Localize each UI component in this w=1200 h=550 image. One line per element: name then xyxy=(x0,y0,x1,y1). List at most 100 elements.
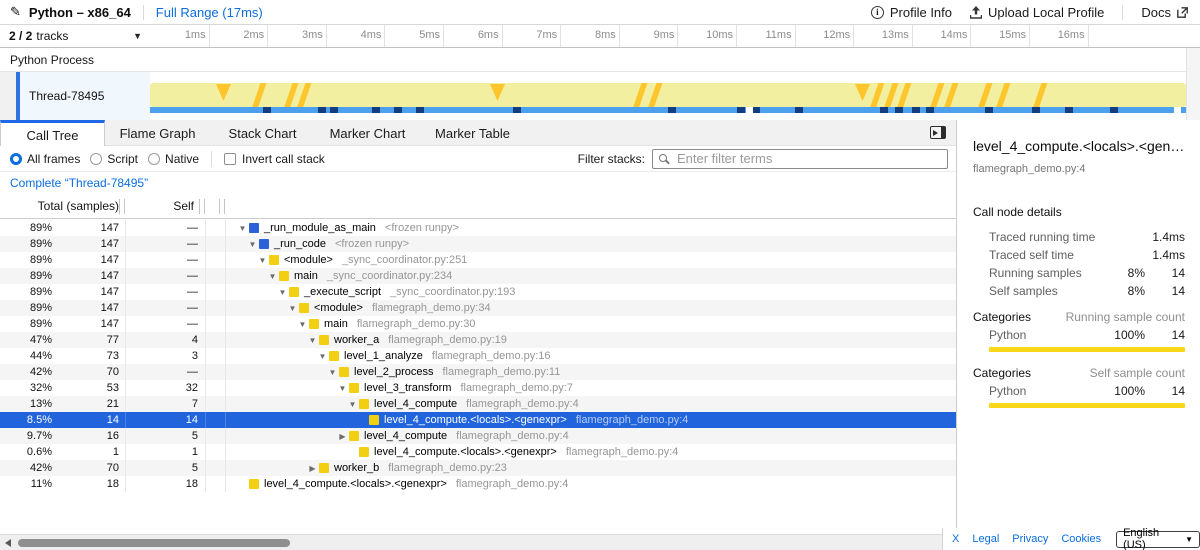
radio-script[interactable] xyxy=(90,153,102,165)
calltree-row[interactable]: 89%147—▼_execute_script_sync_coordinator… xyxy=(0,284,956,300)
total-cell: 0.6%1 xyxy=(0,444,125,460)
collapse-arrow-icon[interactable]: ▼ xyxy=(306,336,319,345)
calltree-row[interactable]: 42%705▶worker_bflamegraph_demo.py:23 xyxy=(0,460,956,476)
sample-dark-segment xyxy=(416,107,424,113)
ruler-tick: 4ms xyxy=(384,25,385,47)
calltree-row[interactable]: 89%147—▼_run_code<frozen runpy> xyxy=(0,236,956,252)
language-select[interactable]: English (US) ▼ xyxy=(1116,531,1200,548)
ruler-tick-label: 9ms xyxy=(654,29,675,41)
calltree-row[interactable]: 89%147—▼_run_module_as_main<frozen runpy… xyxy=(0,220,956,236)
column-resizer[interactable] xyxy=(199,199,205,214)
row-total-samples: 70 xyxy=(52,462,125,474)
calltree-row[interactable]: 44%733▼level_1_analyzeflamegraph_demo.py… xyxy=(0,348,956,364)
calltree-row[interactable]: 8.5%1414level_4_compute.<locals>.<genexp… xyxy=(0,412,956,428)
thread-activity-graph[interactable] xyxy=(150,83,1186,107)
collapse-arrow-icon[interactable]: ▼ xyxy=(336,384,349,393)
icon-cell xyxy=(205,396,225,412)
sample-gap xyxy=(1174,107,1181,113)
scroll-left-arrow-icon[interactable] xyxy=(5,539,11,547)
total-cell: 42%70 xyxy=(0,460,125,476)
row-total-percent: 0.6% xyxy=(0,446,52,458)
column-header-self[interactable]: Self xyxy=(125,199,199,213)
docs-link[interactable]: Docs xyxy=(1141,5,1188,20)
thread-sample-strip[interactable] xyxy=(150,107,1186,113)
row-total-samples: 1 xyxy=(52,446,125,458)
radio-all-frames-label[interactable]: All frames xyxy=(27,152,80,166)
collapse-arrow-icon[interactable]: ▼ xyxy=(286,304,299,313)
calltree-row[interactable]: 0.6%11level_4_compute.<locals>.<genexpr>… xyxy=(0,444,956,460)
column-resizer[interactable] xyxy=(219,199,225,214)
self-cell: 14 xyxy=(125,412,205,428)
self-cell: 5 xyxy=(125,428,205,444)
collapse-arrow-icon[interactable]: ▼ xyxy=(316,352,329,361)
process-track-header[interactable]: Python Process xyxy=(0,48,1200,72)
ruler-tick: 1ms xyxy=(209,25,210,47)
collapse-arrow-icon[interactable]: ▼ xyxy=(296,320,309,329)
categories-count-label: Self sample count xyxy=(1090,366,1185,380)
calltree-row[interactable]: 89%147—▼<module>flamegraph_demo.py:34 xyxy=(0,300,956,316)
tab-marker-chart[interactable]: Marker Chart xyxy=(315,120,420,146)
radio-native[interactable] xyxy=(148,153,160,165)
icon-cell xyxy=(205,268,225,284)
radio-script-label[interactable]: Script xyxy=(107,152,138,166)
full-range-link[interactable]: Full Range (17ms) xyxy=(156,5,263,20)
tracks-vertical-scrollbar[interactable] xyxy=(1186,48,1200,120)
collapse-arrow-icon[interactable]: ▼ xyxy=(236,224,249,233)
filter-stacks-input[interactable] xyxy=(652,149,948,169)
privacy-link[interactable]: Privacy xyxy=(1012,533,1048,545)
collapse-arrow-icon[interactable]: ▼ xyxy=(276,288,289,297)
sidebar-toggle-icon[interactable] xyxy=(930,126,946,139)
calltree-row[interactable]: 13%217▼level_4_computeflamegraph_demo.py… xyxy=(0,396,956,412)
horizontal-scrollbar[interactable] xyxy=(0,534,956,550)
thread-track[interactable]: Thread-78495 xyxy=(0,72,1200,120)
column-header-total[interactable]: Total (samples) xyxy=(0,199,119,213)
collapse-arrow-icon[interactable]: ▼ xyxy=(256,256,269,265)
thread-track-header[interactable]: Thread-78495 xyxy=(20,72,150,120)
profile-info-button[interactable]: i Profile Info xyxy=(871,5,952,20)
x-link[interactable]: X xyxy=(952,533,959,545)
radio-native-label[interactable]: Native xyxy=(165,152,199,166)
collapse-arrow-icon[interactable]: ▼ xyxy=(346,400,359,409)
sample-dark-segment xyxy=(668,107,676,113)
self-cell: — xyxy=(125,252,205,268)
icon-cell xyxy=(205,380,225,396)
tracks-dropdown-button[interactable]: 2 / 2 tracks ▼ xyxy=(0,25,150,47)
calltree-row[interactable]: 9.7%165▶level_4_computeflamegraph_demo.p… xyxy=(0,428,956,444)
tab-flame-graph[interactable]: Flame Graph xyxy=(105,120,210,146)
icon-cell xyxy=(205,428,225,444)
calltree-row[interactable]: 11%1818level_4_compute.<locals>.<genexpr… xyxy=(0,476,956,492)
expand-arrow-icon[interactable]: ▶ xyxy=(336,432,349,441)
upload-profile-button[interactable]: Upload Local Profile xyxy=(970,5,1104,20)
collapse-arrow-icon[interactable]: ▼ xyxy=(326,368,339,377)
invert-call-stack-checkbox[interactable] xyxy=(224,153,236,165)
tab-marker-table[interactable]: Marker Table xyxy=(420,120,525,146)
profile-name[interactable]: Python – x86_64 xyxy=(29,5,131,20)
tab-call-tree[interactable]: Call Tree xyxy=(0,120,105,147)
sample-dark-segment xyxy=(318,107,326,113)
calltree-row[interactable]: 47%774▼worker_aflamegraph_demo.py:19 xyxy=(0,332,956,348)
legal-link[interactable]: Legal xyxy=(972,533,999,545)
radio-all-frames[interactable] xyxy=(10,153,22,165)
collapse-arrow-icon[interactable]: ▼ xyxy=(266,272,279,281)
total-cell: 89%147 xyxy=(0,316,125,332)
tab-stack-chart[interactable]: Stack Chart xyxy=(210,120,315,146)
cookies-link[interactable]: Cookies xyxy=(1061,533,1101,545)
calltree-row[interactable]: 32%5332▼level_3_transformflamegraph_demo… xyxy=(0,380,956,396)
detail-label: Traced running time xyxy=(989,230,1103,244)
function-file-line: flamegraph_demo.py:30 xyxy=(357,318,476,330)
self-cell: 5 xyxy=(125,460,205,476)
breadcrumb-complete-thread[interactable]: Complete “Thread-78495” xyxy=(10,176,148,190)
expand-arrow-icon[interactable]: ▶ xyxy=(306,464,319,473)
edit-profile-name-icon[interactable]: ✎ xyxy=(10,4,21,20)
calltree-row[interactable]: 89%147—▼<module>_sync_coordinator.py:251 xyxy=(0,252,956,268)
calltree-toolbar: All frames Script Native Invert call sta… xyxy=(0,146,956,172)
calltree-row[interactable]: 42%70—▼level_2_processflamegraph_demo.py… xyxy=(0,364,956,380)
scrollbar-thumb[interactable] xyxy=(18,539,290,547)
timeline-ruler[interactable]: 2 / 2 tracks ▼ 1ms2ms3ms4ms5ms6ms7ms8ms9… xyxy=(0,25,1200,48)
collapse-arrow-icon[interactable]: ▼ xyxy=(246,240,259,249)
calltree-row[interactable]: 89%147—▼main_sync_coordinator.py:234 xyxy=(0,268,956,284)
invert-call-stack-label[interactable]: Invert call stack xyxy=(242,152,325,166)
calltree-row[interactable]: 89%147—▼mainflamegraph_demo.py:30 xyxy=(0,316,956,332)
icon-cell xyxy=(205,460,225,476)
row-total-percent: 44% xyxy=(0,350,52,362)
